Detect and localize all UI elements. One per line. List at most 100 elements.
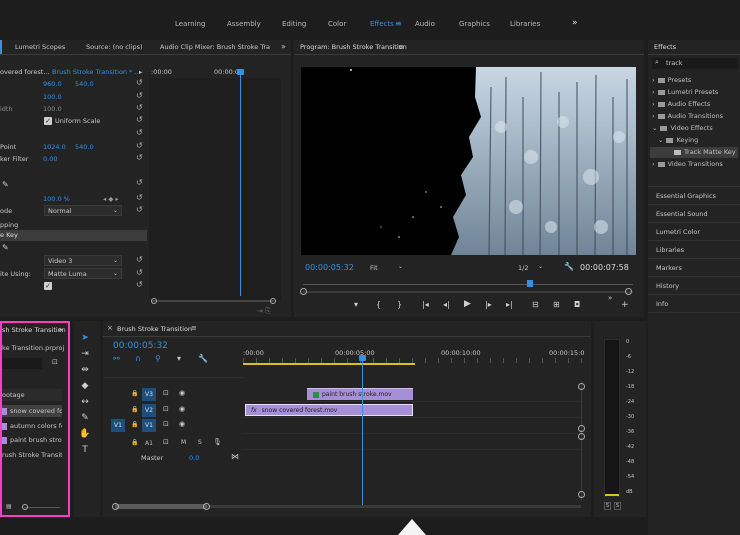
v-scroll-handle[interactable] bbox=[578, 425, 585, 432]
eye-icon[interactable]: ◉ bbox=[179, 389, 185, 397]
keyframe-nav-icon[interactable]: ◂ ◆ ▸ bbox=[103, 193, 119, 205]
track-v1-label[interactable]: V1 bbox=[142, 419, 156, 432]
mark-out-icon[interactable]: } bbox=[397, 300, 402, 309]
eye-icon[interactable]: ◉ bbox=[179, 405, 185, 413]
track-matte-key-row[interactable] bbox=[0, 230, 147, 241]
sync-lock-icon[interactable]: ⊡ bbox=[163, 405, 169, 413]
uniform-scale-checkbox[interactable]: ✓ bbox=[44, 117, 52, 125]
project-item[interactable]: paint brush strok bbox=[2, 434, 62, 446]
workspace-libraries[interactable]: Libraries bbox=[510, 20, 540, 28]
workspace-color[interactable]: Color bbox=[328, 20, 346, 28]
track-lane-a1[interactable] bbox=[243, 435, 583, 450]
quality-select[interactable]: 1/2 ⌄ bbox=[516, 263, 556, 274]
tree-item-presets[interactable]: › Presets bbox=[652, 76, 691, 84]
program-playhead[interactable] bbox=[527, 280, 533, 287]
sync-lock-icon[interactable]: ⊡ bbox=[163, 389, 169, 397]
timeline-playhead[interactable] bbox=[362, 357, 363, 505]
v-scroll-handle[interactable] bbox=[578, 383, 585, 390]
filter-value[interactable]: 0.00 bbox=[43, 153, 57, 165]
timeline-menu-icon[interactable]: ≡ bbox=[191, 324, 197, 332]
panel-essential-sound[interactable]: Essential Sound bbox=[656, 210, 708, 218]
tab-lumetri-scopes[interactable]: Lumetri Scopes bbox=[15, 40, 65, 54]
zoom-select[interactable]: Fit ⌄ bbox=[368, 263, 408, 274]
button-editor-icon[interactable]: » bbox=[608, 294, 612, 302]
workspace-menu-icon[interactable]: ≡ bbox=[395, 19, 402, 28]
track-lock-icon[interactable]: 🔒 bbox=[131, 421, 138, 428]
workspace-assembly[interactable]: Assembly bbox=[227, 20, 261, 28]
master-value[interactable]: 0.0 bbox=[189, 454, 199, 462]
track-a1-label[interactable]: A1 bbox=[142, 437, 156, 450]
tree-item-keying[interactable]: ⌄ Keying bbox=[658, 136, 698, 144]
reset-icon[interactable]: ↺ bbox=[136, 128, 143, 137]
track-lock-icon[interactable]: 🔒 bbox=[131, 439, 138, 446]
program-zoom-handle-right[interactable] bbox=[625, 288, 632, 295]
razor-tool-icon[interactable]: ◆ bbox=[79, 381, 91, 391]
tree-item-lumetri-presets[interactable]: › Lumetri Presets bbox=[652, 88, 718, 96]
reset-icon[interactable]: ↺ bbox=[136, 91, 143, 100]
add-button-icon[interactable]: + bbox=[621, 300, 629, 310]
project-item[interactable]: rush Stroke Transiti bbox=[2, 449, 62, 461]
v-scroll-handle[interactable] bbox=[578, 491, 585, 498]
effects-search-field[interactable]: ⌕ track bbox=[652, 58, 738, 69]
project-item[interactable]: snow covered fo bbox=[2, 405, 62, 417]
panel-overflow-icon[interactable]: » bbox=[281, 40, 286, 54]
ec-zoom-scrollbar[interactable] bbox=[152, 300, 274, 302]
blend-mode-select[interactable]: Normal ⌄ bbox=[44, 205, 122, 216]
h-scroll-handle-left[interactable] bbox=[112, 503, 119, 510]
timeline-timecode[interactable]: 00:00:05:32 bbox=[113, 341, 168, 351]
solo-left-button[interactable]: S bbox=[604, 502, 611, 510]
matte-select[interactable]: Video 3 ⌄ bbox=[44, 255, 122, 266]
solo-right-button[interactable]: S bbox=[614, 502, 621, 510]
reset-icon[interactable]: ↺ bbox=[136, 193, 143, 202]
panel-history[interactable]: History bbox=[656, 282, 679, 290]
reset-icon[interactable]: ↺ bbox=[136, 153, 143, 162]
v-scroll-track[interactable] bbox=[581, 381, 582, 501]
program-timecode[interactable]: 00:00:05:32 bbox=[305, 263, 354, 272]
program-title[interactable]: Program: Brush Stroke Transition bbox=[300, 40, 407, 54]
go-to-out-icon[interactable]: ▸| bbox=[506, 300, 513, 309]
wrench-icon[interactable]: 🔧 bbox=[564, 262, 574, 271]
reverse-checkbox[interactable]: ✓ bbox=[44, 282, 52, 290]
pen-icon[interactable]: ✎ bbox=[2, 243, 9, 252]
play-icon[interactable]: ▶ bbox=[464, 299, 471, 309]
ec-playhead[interactable] bbox=[240, 70, 241, 296]
opacity-value[interactable]: 100.0 % bbox=[43, 193, 70, 205]
tree-item-track-matte-key[interactable]: Track Matte Key bbox=[650, 147, 738, 158]
add-marker-icon[interactable]: ▾ bbox=[354, 300, 358, 309]
selection-tool-icon[interactable]: ➤ bbox=[79, 333, 91, 343]
reset-icon[interactable]: ↺ bbox=[136, 280, 143, 289]
mute-button[interactable]: M bbox=[181, 439, 186, 446]
reset-icon[interactable]: ↺ bbox=[136, 268, 143, 277]
source-patch-v1[interactable]: V1 bbox=[111, 419, 125, 432]
program-zoom-handle-left[interactable] bbox=[300, 288, 307, 295]
panel-libraries[interactable]: Libraries bbox=[656, 246, 684, 254]
ripple-edit-tool-icon[interactable]: ⇹ bbox=[79, 365, 91, 375]
program-video-frame[interactable] bbox=[301, 67, 636, 255]
track-select-tool-icon[interactable]: ⇥ bbox=[79, 349, 91, 359]
project-zoom-slider[interactable] bbox=[24, 507, 60, 508]
program-zoom-bar[interactable] bbox=[303, 291, 633, 293]
v-scroll-handle[interactable] bbox=[578, 433, 585, 440]
project-overflow-icon[interactable]: » bbox=[58, 325, 63, 334]
project-search-field[interactable] bbox=[2, 358, 42, 369]
step-back-icon[interactable]: ◂| bbox=[443, 300, 450, 309]
project-zoom-handle[interactable] bbox=[22, 504, 28, 510]
program-scrubber[interactable] bbox=[303, 284, 633, 285]
panel-markers[interactable]: Markers bbox=[656, 264, 682, 272]
workspace-graphics[interactable]: Graphics bbox=[459, 20, 490, 28]
reset-icon[interactable]: ↺ bbox=[136, 115, 143, 124]
timeline-h-scroll-thumb[interactable] bbox=[115, 504, 207, 509]
reset-icon[interactable]: ↺ bbox=[136, 78, 143, 87]
tree-item-audio-effects[interactable]: › Audio Effects bbox=[652, 100, 710, 108]
work-area-bar[interactable] bbox=[243, 363, 415, 365]
pen-tool-icon[interactable]: ✎ bbox=[79, 413, 91, 423]
panel-essential-graphics[interactable]: Essential Graphics bbox=[656, 192, 716, 200]
master-end-icon[interactable]: ⋈ bbox=[231, 452, 239, 461]
linked-select-icon[interactable]: ⚲ bbox=[155, 354, 161, 363]
new-bin-icon[interactable]: ⊡ bbox=[52, 358, 58, 366]
track-v3-label[interactable]: V3 bbox=[142, 388, 156, 401]
mark-in-icon[interactable]: { bbox=[376, 300, 381, 309]
overwrite-icon[interactable]: ⊞ bbox=[553, 300, 560, 309]
close-icon[interactable]: × bbox=[107, 324, 113, 332]
slip-tool-icon[interactable]: ↔ bbox=[79, 397, 91, 407]
